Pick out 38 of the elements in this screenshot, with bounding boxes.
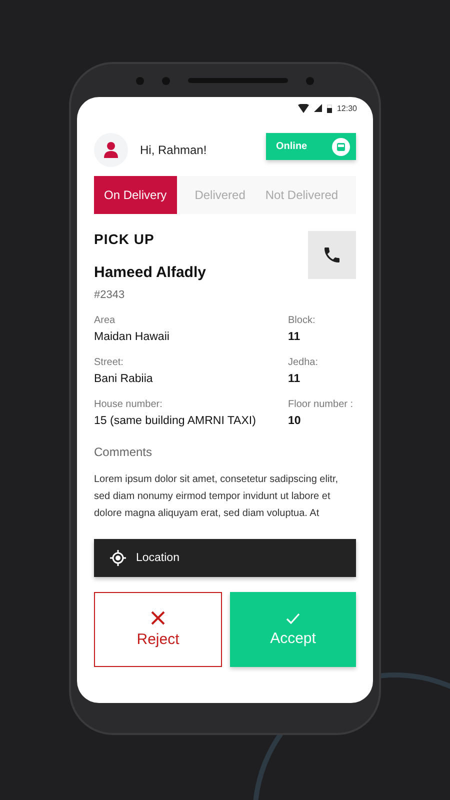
check-icon bbox=[286, 612, 300, 624]
field-value: Bani Rabiia bbox=[94, 372, 154, 387]
field-label: Jedha: bbox=[288, 356, 320, 370]
online-toggle[interactable]: Online bbox=[266, 133, 356, 160]
person-icon bbox=[104, 142, 118, 158]
field-label: Block: bbox=[288, 314, 316, 328]
location-button[interactable]: Location bbox=[94, 539, 356, 577]
call-button[interactable] bbox=[308, 231, 356, 279]
camera-dot bbox=[136, 76, 144, 84]
field-value: 11 bbox=[288, 372, 302, 387]
customer-name: Hameed Alfadly bbox=[94, 264, 206, 281]
close-icon bbox=[151, 611, 165, 625]
section-title: PICK UP bbox=[94, 231, 156, 247]
field-value: Maidan Hawaii bbox=[94, 330, 170, 345]
field-value: 15 (same building AMRNI TAXI) bbox=[94, 414, 257, 429]
field-label: Street: bbox=[94, 356, 124, 370]
sensor-dot bbox=[162, 76, 170, 84]
field-label: Floor number : bbox=[288, 398, 354, 412]
comments-label: Comments bbox=[94, 445, 154, 459]
tab[interactable]: Not Delivered bbox=[255, 176, 348, 214]
tab[interactable]: On Delivery bbox=[94, 176, 177, 214]
comments-text: Lorem ipsum dolor sit amet, consetetur sadipscing elitr, sed diam nonumy eirmod tempor invidunt ut labore et dolore magna aliquyam erat, sed diam voluptua. At bbox=[94, 473, 339, 521]
wifi-icon bbox=[298, 104, 309, 112]
reject-button[interactable]: Reject bbox=[94, 592, 222, 667]
greeting: Hi, Rahman! bbox=[140, 142, 208, 156]
signal-icon bbox=[314, 104, 322, 112]
battery-icon bbox=[326, 104, 332, 112]
accept-button[interactable]: Accept bbox=[230, 592, 356, 667]
phone-icon bbox=[322, 245, 342, 265]
field-label: Area bbox=[94, 314, 116, 328]
tab[interactable]: Delivered bbox=[176, 176, 256, 214]
status-time: 12:30 bbox=[336, 104, 357, 112]
order-number: #2343 bbox=[94, 289, 126, 301]
field-label: House number: bbox=[94, 398, 164, 412]
camera-dot bbox=[306, 76, 314, 84]
field-value: 11 bbox=[288, 330, 302, 345]
crosshair-icon bbox=[110, 550, 126, 566]
field-value: 10 bbox=[288, 414, 302, 429]
